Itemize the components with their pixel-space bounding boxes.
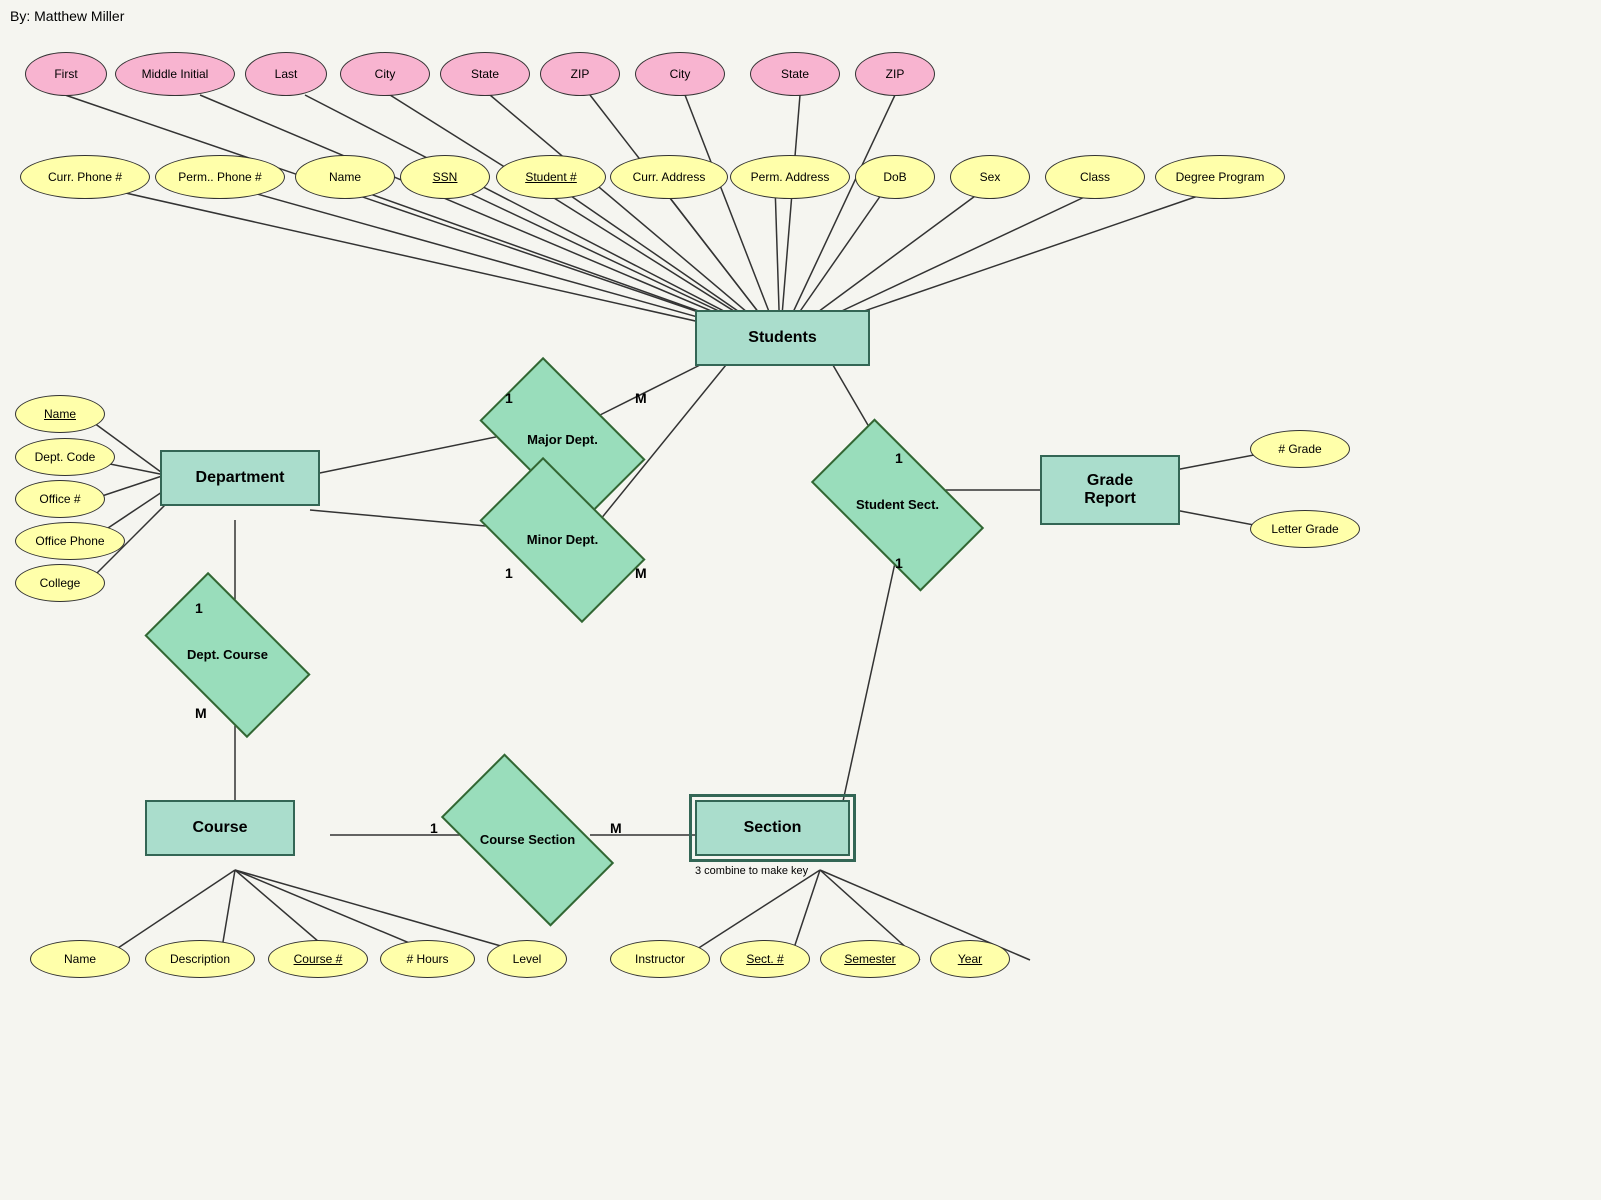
attr-office-phone: Office Phone [15, 522, 125, 560]
attr-instructor: Instructor [610, 940, 710, 978]
rel-course-section: Course Section [450, 795, 605, 885]
card-deptcourse-m: M [195, 705, 207, 721]
rel-student-sect: Student Sect. [820, 460, 975, 550]
card-major-m: M [635, 390, 647, 406]
attr-last: Last [245, 52, 327, 96]
attr-course-name: Name [30, 940, 130, 978]
attr-office-num: Office # [15, 480, 105, 518]
attr-ssn: SSN [400, 155, 490, 199]
attr-city-curr: City [635, 52, 725, 96]
attr-name: Name [295, 155, 395, 199]
attr-curr-phone: Curr. Phone # [20, 155, 150, 199]
attr-student-num: Student # [496, 155, 606, 199]
attr-dept-code: Dept. Code [15, 438, 115, 476]
attr-state-perm: State [440, 52, 530, 96]
attr-description: Description [145, 940, 255, 978]
attr-middle-initial: Middle Initial [115, 52, 235, 96]
attr-class: Class [1045, 155, 1145, 199]
attr-degree-program: Degree Program [1155, 155, 1285, 199]
attr-perm-phone: Perm.. Phone # [155, 155, 285, 199]
entity-department: Department [160, 450, 320, 506]
attr-perm-address: Perm. Address [730, 155, 850, 199]
attr-college: College [15, 564, 105, 602]
attr-num-hours: # Hours [380, 940, 475, 978]
attr-num-grade: # Grade [1250, 430, 1350, 468]
attr-course-num: Course # [268, 940, 368, 978]
attr-sex: Sex [950, 155, 1030, 199]
card-minor-m: M [635, 565, 647, 581]
attr-year: Year [930, 940, 1010, 978]
entity-course: Course [145, 800, 295, 856]
attr-level: Level [487, 940, 567, 978]
attr-first: First [25, 52, 107, 96]
rel-dept-course: Dept. Course [155, 610, 300, 700]
attr-sect-num: Sect. # [720, 940, 810, 978]
card-studsect-1top: 1 [895, 450, 903, 466]
card-major-1: 1 [505, 390, 513, 406]
attr-zip-perm: ZIP [540, 52, 620, 96]
entity-students: Students [695, 310, 870, 366]
attr-state-curr: State [750, 52, 840, 96]
card-studsect-1bot: 1 [895, 555, 903, 571]
rel-major-dept: Major Dept. [490, 395, 635, 485]
attr-semester: Semester [820, 940, 920, 978]
card-coursesect-1: 1 [430, 820, 438, 836]
attr-letter-grade: Letter Grade [1250, 510, 1360, 548]
card-deptcourse-1: 1 [195, 600, 203, 616]
entity-section: Section [695, 800, 850, 856]
card-coursesect-m: M [610, 820, 622, 836]
attr-dob: DoB [855, 155, 935, 199]
section-note: 3 combine to make key [695, 865, 808, 877]
card-minor-1: 1 [505, 565, 513, 581]
author-label: By: Matthew Miller [10, 8, 124, 24]
attr-city-perm: City [340, 52, 430, 96]
entity-grade-report: Grade Report [1040, 455, 1180, 525]
attr-dept-name: Name [15, 395, 105, 433]
attr-curr-address: Curr. Address [610, 155, 728, 199]
attr-zip-curr: ZIP [855, 52, 935, 96]
